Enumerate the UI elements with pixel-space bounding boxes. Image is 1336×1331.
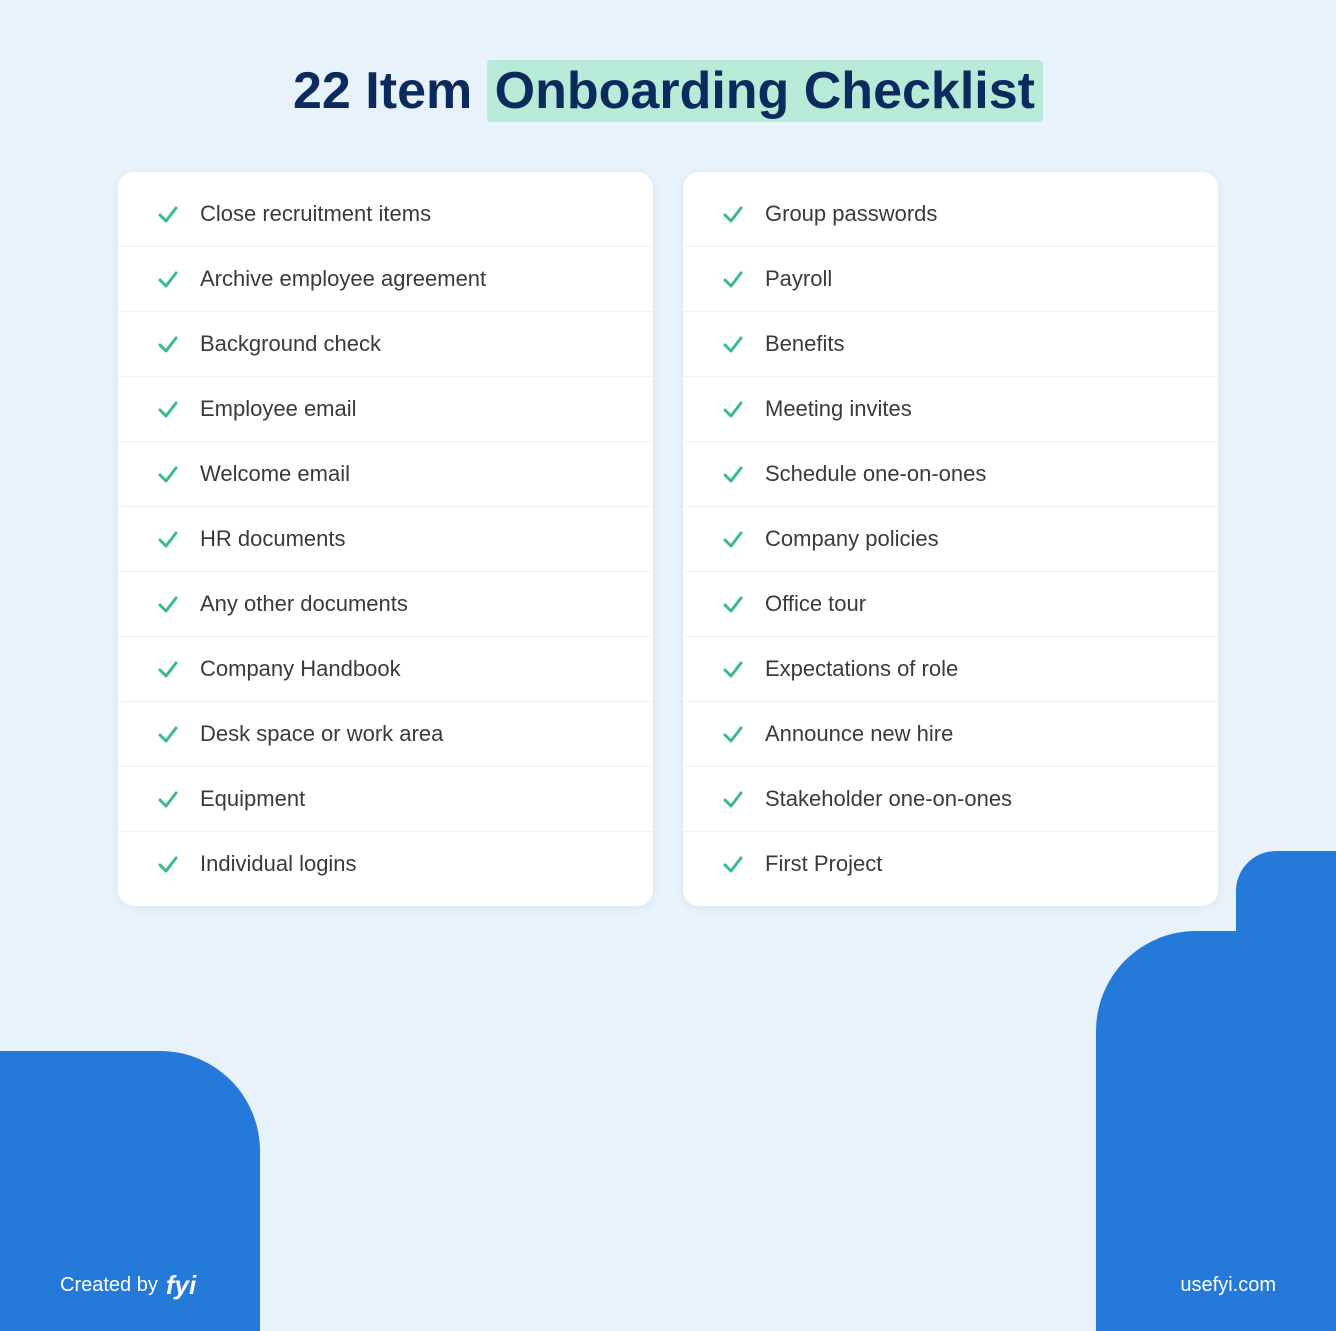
- footer-left: Created by fyi: [60, 1270, 196, 1301]
- item-text: Close recruitment items: [200, 201, 431, 227]
- check-icon: [154, 785, 182, 813]
- item-text: Any other documents: [200, 591, 408, 617]
- check-icon: [154, 265, 182, 293]
- check-icon: [154, 200, 182, 228]
- check-icon: [719, 590, 747, 618]
- list-item: Archive employee agreement: [118, 247, 653, 312]
- item-text: Stakeholder one-on-ones: [765, 786, 1012, 812]
- item-text: Schedule one-on-ones: [765, 461, 986, 487]
- page-title: 22 Item Onboarding Checklist: [293, 60, 1043, 122]
- item-text: Meeting invites: [765, 396, 912, 422]
- item-text: First Project: [765, 851, 882, 877]
- item-text: Employee email: [200, 396, 357, 422]
- list-item: Background check: [118, 312, 653, 377]
- check-icon: [154, 460, 182, 488]
- check-icon: [719, 785, 747, 813]
- item-text: Desk space or work area: [200, 721, 443, 747]
- item-text: Group passwords: [765, 201, 937, 227]
- list-item: First Project: [683, 832, 1218, 896]
- title-plain: 22 Item: [293, 62, 487, 120]
- check-icon: [719, 525, 747, 553]
- list-item: Office tour: [683, 572, 1218, 637]
- right-column: Group passwords Payroll Benefits Meeting…: [683, 172, 1218, 906]
- check-icon: [719, 395, 747, 423]
- created-by-label: Created by: [60, 1274, 158, 1297]
- check-icon: [719, 330, 747, 358]
- check-icon: [154, 850, 182, 878]
- item-text: Welcome email: [200, 461, 350, 487]
- item-text: Announce new hire: [765, 721, 953, 747]
- item-text: Company policies: [765, 526, 939, 552]
- item-text: Archive employee agreement: [200, 266, 486, 292]
- check-icon: [154, 655, 182, 683]
- list-item: Payroll: [683, 247, 1218, 312]
- list-item: Announce new hire: [683, 702, 1218, 767]
- list-item: Close recruitment items: [118, 182, 653, 247]
- item-text: Individual logins: [200, 851, 357, 877]
- list-item: Schedule one-on-ones: [683, 442, 1218, 507]
- check-icon: [719, 200, 747, 228]
- list-item: Any other documents: [118, 572, 653, 637]
- check-icon: [719, 265, 747, 293]
- list-item: HR documents: [118, 507, 653, 572]
- item-text: Payroll: [765, 266, 832, 292]
- list-item: Group passwords: [683, 182, 1218, 247]
- deco-mid-right: [1236, 851, 1336, 991]
- item-text: Expectations of role: [765, 656, 958, 682]
- footer-url: usefyi.com: [1180, 1274, 1276, 1297]
- item-text: Equipment: [200, 786, 305, 812]
- list-item: Expectations of role: [683, 637, 1218, 702]
- check-icon: [719, 460, 747, 488]
- list-item: Employee email: [118, 377, 653, 442]
- item-text: Office tour: [765, 591, 866, 617]
- footer: Created by fyi usefyi.com: [0, 1240, 1336, 1331]
- list-item: Stakeholder one-on-ones: [683, 767, 1218, 832]
- check-icon: [719, 655, 747, 683]
- item-text: Background check: [200, 331, 381, 357]
- list-item: Company policies: [683, 507, 1218, 572]
- list-item: Meeting invites: [683, 377, 1218, 442]
- check-icon: [154, 720, 182, 748]
- page-wrapper: 22 Item Onboarding Checklist Close recru…: [118, 0, 1218, 906]
- item-text: Benefits: [765, 331, 845, 357]
- list-item: Benefits: [683, 312, 1218, 377]
- item-text: Company Handbook: [200, 656, 401, 682]
- list-item: Welcome email: [118, 442, 653, 507]
- list-item: Desk space or work area: [118, 702, 653, 767]
- check-icon: [154, 525, 182, 553]
- check-icon: [154, 330, 182, 358]
- list-item: Equipment: [118, 767, 653, 832]
- header: 22 Item Onboarding Checklist: [293, 60, 1043, 122]
- check-icon: [154, 395, 182, 423]
- left-column: Close recruitment items Archive employee…: [118, 172, 653, 906]
- check-icon: [719, 720, 747, 748]
- check-icon: [719, 850, 747, 878]
- fyi-logo: fyi: [166, 1270, 196, 1301]
- list-item: Individual logins: [118, 832, 653, 896]
- title-highlight: Onboarding Checklist: [487, 60, 1043, 122]
- checklist-columns: Close recruitment items Archive employee…: [118, 172, 1218, 906]
- item-text: HR documents: [200, 526, 346, 552]
- check-icon: [154, 590, 182, 618]
- list-item: Company Handbook: [118, 637, 653, 702]
